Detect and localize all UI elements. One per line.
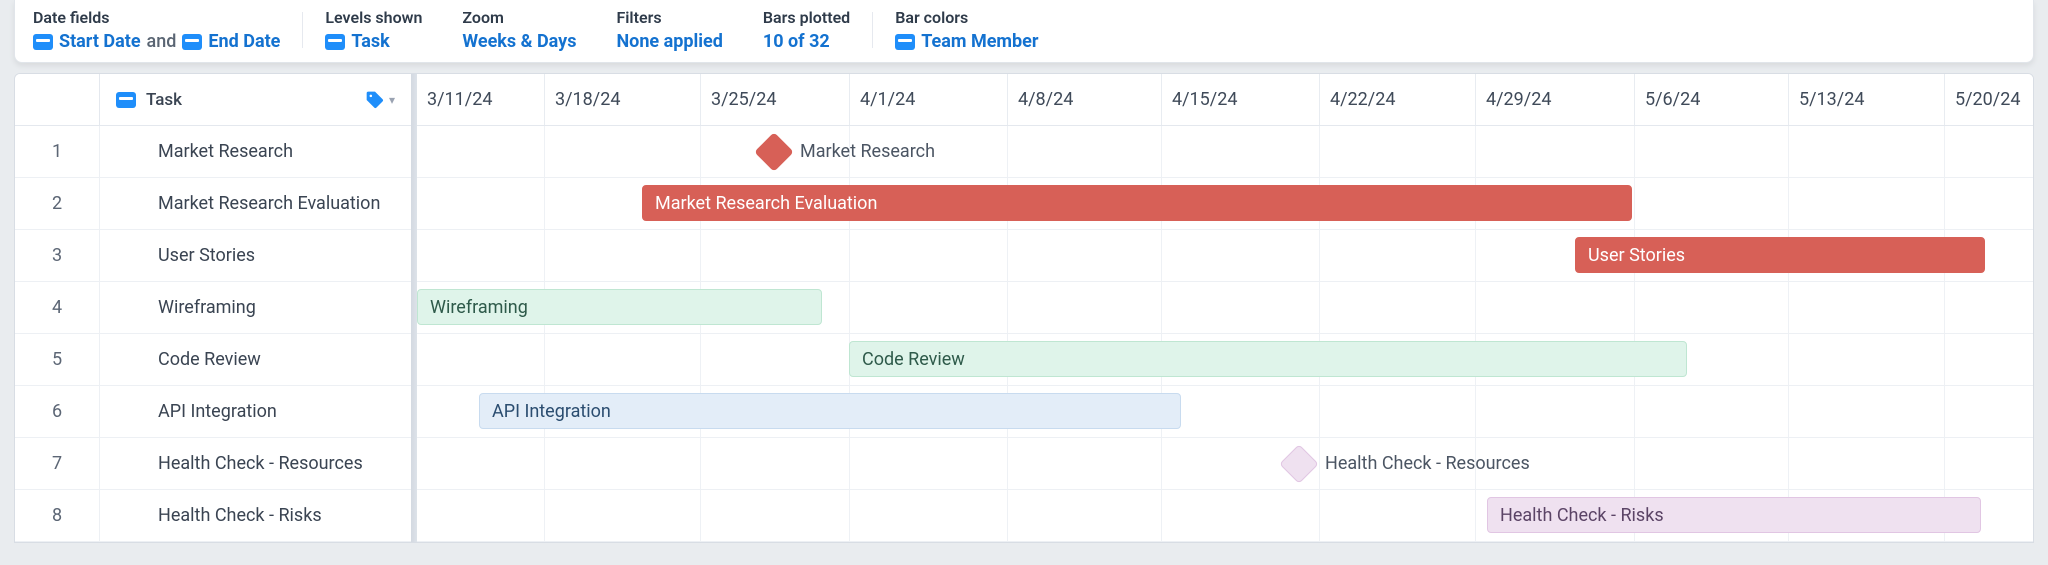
timeline-tick: 4/29/24 [1475, 74, 1551, 125]
gantt-bar[interactable]: Wireframing [417, 289, 822, 325]
toolbar-separator [872, 12, 873, 48]
tag-icon [365, 90, 385, 110]
diamond-icon [754, 132, 794, 172]
card-icon [895, 34, 915, 50]
card-icon [325, 34, 345, 50]
task-name: API Integration [100, 386, 411, 437]
timeline-row: Health Check - Risks [417, 490, 2033, 542]
end-date-link[interactable]: End Date [208, 31, 280, 52]
timeline-row: Wireframing [417, 282, 2033, 334]
timeline-tick: 5/6/24 [1634, 74, 1700, 125]
task-name: User Stories [100, 230, 411, 281]
timeline-row: Market Research Evaluation [417, 178, 2033, 230]
task-column-label[interactable]: Task [146, 90, 182, 110]
timeline-tick: 3/18/24 [544, 74, 620, 125]
levels-value[interactable]: Task [351, 31, 389, 52]
task-row[interactable]: 2Market Research Evaluation [15, 178, 411, 230]
toolbar-label: Levels shown [325, 8, 422, 27]
gantt-bar[interactable]: API Integration [479, 393, 1181, 429]
row-number: 2 [15, 178, 100, 229]
task-row[interactable]: 7Health Check - Resources [15, 438, 411, 490]
task-name: Health Check - Risks [100, 490, 411, 541]
toolbar-label: Zoom [462, 8, 576, 27]
gantt-bar[interactable]: Health Check - Risks [1487, 497, 1981, 533]
timeline-row: Health Check - Resources [417, 438, 2033, 490]
gantt-timeline[interactable]: 3/11/24 3/18/24 3/25/24 4/1/24 4/8/24 4/15/24… [417, 74, 2033, 542]
gantt-left-panel: Task ▾ 1Market Research2Market Research … [15, 74, 417, 542]
card-icon [116, 92, 136, 108]
bars-plotted-value[interactable]: 10 of 32 [763, 31, 830, 52]
row-number: 3 [15, 230, 100, 281]
timeline-row: Code Review [417, 334, 2033, 386]
toolbar-levels[interactable]: Levels shown Task [305, 8, 442, 52]
task-name: Code Review [100, 334, 411, 385]
row-number: 1 [15, 126, 100, 177]
card-icon [33, 34, 53, 50]
task-row[interactable]: 6API Integration [15, 386, 411, 438]
timeline-tick: 3/11/24 [417, 74, 492, 125]
task-row[interactable]: 1Market Research [15, 126, 411, 178]
row-number: 8 [15, 490, 100, 541]
timeline-tick: 5/13/24 [1788, 74, 1864, 125]
toolbar: Date fields Start Date and End Date Leve… [14, 0, 2034, 63]
toolbar-date-fields[interactable]: Date fields Start Date and End Date [33, 8, 300, 52]
task-name: Health Check - Resources [100, 438, 411, 489]
bar-colors-value[interactable]: Team Member [921, 31, 1038, 52]
timeline-row: API Integration [417, 386, 2033, 438]
task-name: Wireframing [100, 282, 411, 333]
milestone-label: Health Check - Resources [1325, 453, 1530, 474]
task-row[interactable]: 3User Stories [15, 230, 411, 282]
toolbar-label: Date fields [33, 8, 280, 27]
timeline-tick: 3/25/24 [700, 74, 776, 125]
card-icon [182, 34, 202, 50]
task-row[interactable]: 8Health Check - Risks [15, 490, 411, 542]
row-number: 4 [15, 282, 100, 333]
gantt-milestone[interactable]: Market Research [760, 138, 935, 166]
zoom-value[interactable]: Weeks & Days [462, 31, 576, 52]
row-number: 5 [15, 334, 100, 385]
toolbar-bars-plotted[interactable]: Bars plotted 10 of 32 [743, 8, 870, 52]
timeline-tick: 5/20/24 [1944, 74, 2020, 125]
toolbar-label: Bars plotted [763, 8, 850, 27]
row-number: 7 [15, 438, 100, 489]
gantt-bar[interactable]: Market Research Evaluation [642, 185, 1632, 221]
gantt-chart: Task ▾ 1Market Research2Market Research … [14, 73, 2034, 543]
start-date-link[interactable]: Start Date [59, 31, 141, 52]
task-row[interactable]: 5Code Review [15, 334, 411, 386]
chevron-down-icon: ▾ [389, 93, 395, 107]
timeline-tick: 4/15/24 [1161, 74, 1237, 125]
row-number: 6 [15, 386, 100, 437]
tag-dropdown[interactable]: ▾ [365, 90, 395, 110]
gantt-bar[interactable]: User Stories [1575, 237, 1985, 273]
left-header: Task ▾ [15, 74, 411, 126]
toolbar-bar-colors[interactable]: Bar colors Team Member [875, 8, 1058, 52]
gantt-milestone[interactable]: Health Check - Resources [1285, 450, 1530, 478]
timeline-tick: 4/1/24 [849, 74, 915, 125]
toolbar-zoom[interactable]: Zoom Weeks & Days [442, 8, 596, 52]
timeline-row: Market Research [417, 126, 2033, 178]
toolbar-label: Bar colors [895, 8, 1038, 27]
toolbar-separator [302, 12, 303, 48]
timeline-row: User Stories [417, 230, 2033, 282]
milestone-label: Market Research [800, 141, 935, 162]
toolbar-filters[interactable]: Filters None applied [596, 8, 742, 52]
diamond-icon [1279, 444, 1319, 484]
and-text: and [147, 31, 177, 52]
timeline-tick: 4/8/24 [1007, 74, 1073, 125]
filters-value[interactable]: None applied [616, 31, 722, 52]
timeline-header: 3/11/24 3/18/24 3/25/24 4/1/24 4/8/24 4/15/24… [417, 74, 2033, 126]
task-row[interactable]: 4Wireframing [15, 282, 411, 334]
task-name: Market Research [100, 126, 411, 177]
timeline-tick: 4/22/24 [1319, 74, 1395, 125]
row-number-header [15, 74, 100, 125]
task-name: Market Research Evaluation [100, 178, 411, 229]
toolbar-label: Filters [616, 8, 722, 27]
gantt-bar[interactable]: Code Review [849, 341, 1687, 377]
